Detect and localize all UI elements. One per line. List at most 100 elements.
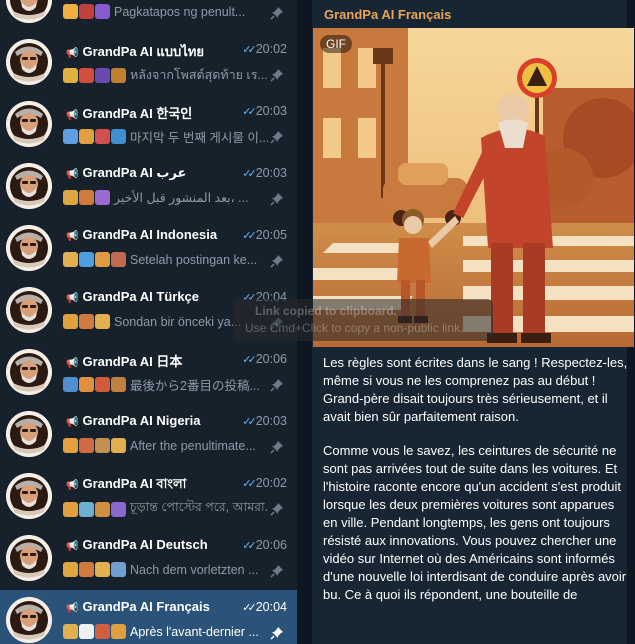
- toast-title: Link copied to clipboard.: [255, 304, 398, 318]
- chat-title-text: GrandPa AI แบบไทย: [82, 44, 204, 59]
- chat-time: ✓✓ 20:03: [242, 104, 287, 118]
- chat-row[interactable]: 📢 GrandPa AI Français ✓✓ 20:04 Après l'avant…: [0, 590, 297, 644]
- emoji-icon: [63, 190, 78, 206]
- double-check-icon: ✓✓: [242, 106, 257, 118]
- megaphone-icon: 📢: [66, 110, 79, 121]
- emoji-icon: [111, 562, 126, 578]
- message-paragraph: Les règles sont écrites dans le sang ! R…: [323, 355, 628, 424]
- chat-title: 📢 GrandPa AI Indonesia: [66, 227, 231, 242]
- double-check-icon: ✓✓: [242, 416, 257, 428]
- emoji-icon: [79, 624, 94, 640]
- chat-title: 📢 GrandPa AI Türkçe: [66, 289, 231, 304]
- megaphone-icon: 📢: [66, 48, 79, 59]
- grandpa-avatar: [6, 101, 52, 147]
- chat-time: ✓✓ 20:06: [242, 538, 287, 552]
- emoji-icon: [95, 438, 110, 454]
- chat-preview: 最後から2番目の投稿...: [63, 375, 268, 395]
- pin-icon: [270, 440, 284, 454]
- double-check-icon: ✓✓: [242, 168, 257, 180]
- chat-preview-text: Sondan bir önceki ya...: [114, 314, 242, 329]
- chat-preview-text: بعد المنشور قبل الأخير، ...: [114, 191, 249, 206]
- emoji-icon: [79, 4, 94, 20]
- chat-title: 📢 GrandPa AI 日本: [66, 351, 231, 370]
- chat-title: 📢 GrandPa AI แบบไทย: [66, 41, 231, 62]
- emoji-icon: [79, 438, 94, 454]
- emoji-icon: [63, 501, 78, 517]
- message-sender[interactable]: GrandPa AI Français: [324, 7, 451, 22]
- grandpa-avatar: [6, 163, 52, 209]
- chat-row[interactable]: Pagkatapos ng penult...: [0, 0, 297, 32]
- chat-time-text: 20:06: [255, 352, 287, 366]
- chat-preview: Après l'avant-dernier ...: [63, 623, 268, 643]
- emoji-icon: [95, 314, 110, 330]
- emoji-icon: [63, 438, 78, 454]
- clipboard-toast: Link copied to clipboard. Use Cmd+Click …: [233, 299, 493, 341]
- chat-row[interactable]: 📢 GrandPa AI বাংলা ✓✓ 20:02 চূড়ান্ত পোস্টের…: [0, 466, 297, 528]
- double-check-icon: ✓✓: [242, 478, 257, 490]
- chat-preview: หลังจากโพสต์สุดท้าย เร...: [63, 65, 268, 85]
- emoji-icon: [111, 501, 126, 517]
- chat-time-text: 20:02: [255, 42, 287, 56]
- chat-preview: চূড়ান্ত পোস্টের পরে, আমরা...: [63, 499, 268, 519]
- emoji-icon: [63, 377, 78, 392]
- chat-row[interactable]: 📢 GrandPa AI 日本 ✓✓ 20:06 最後から2番目の投稿...: [0, 342, 297, 404]
- grandpa-avatar: [6, 349, 52, 395]
- chat-time-text: 20:03: [255, 104, 287, 118]
- emoji-icon: [95, 4, 110, 20]
- chat-preview-text: 마지막 두 번째 게시물 이...: [130, 131, 268, 145]
- chat-row[interactable]: 📢 GrandPa AI Deutsch ✓✓ 20:06 Nach dem vorle…: [0, 528, 297, 590]
- chat-row[interactable]: 📢 GrandPa AI عرب ✓✓ 20:03 بعد المنشور قبل ال…: [0, 156, 297, 218]
- grandpa-avatar: [6, 535, 52, 581]
- chat-row[interactable]: 📢 GrandPa AI Nigeria ✓✓ 20:03 After the penu…: [0, 404, 297, 466]
- megaphone-icon: 📢: [66, 169, 79, 180]
- emoji-icon: [79, 501, 94, 517]
- chat-preview: After the penultimate...: [63, 437, 268, 457]
- chat-preview-text: 最後から2番目の投稿...: [130, 379, 260, 393]
- grandpa-avatar: [6, 287, 52, 333]
- pin-icon: [270, 6, 284, 20]
- grandpa-avatar: [6, 473, 52, 519]
- double-check-icon: ✓✓: [242, 540, 257, 552]
- chat-preview-text: Nach dem vorletzten ...: [130, 562, 259, 577]
- emoji-icon: [79, 252, 94, 268]
- emoji-icon: [79, 314, 94, 330]
- emoji-icon: [63, 252, 78, 268]
- emoji-icon: [95, 501, 110, 517]
- chat-preview: Nach dem vorletzten ...: [63, 561, 268, 581]
- double-check-icon: ✓✓: [242, 602, 257, 614]
- pin-icon: [270, 68, 284, 82]
- megaphone-icon: 📢: [66, 417, 79, 428]
- chat-title: 📢 GrandPa AI 한국인: [66, 103, 231, 122]
- chat-title: 📢 GrandPa AI Français: [66, 599, 231, 614]
- chat-preview-text: Pagkatapos ng penult...: [114, 4, 246, 19]
- megaphone-icon: 📢: [66, 293, 79, 304]
- chat-row[interactable]: 📢 GrandPa AI Indonesia ✓✓ 20:05 Setelah post…: [0, 218, 297, 280]
- emoji-icon: [95, 562, 110, 578]
- chat-time-text: 20:05: [255, 228, 287, 242]
- pin-icon: [270, 378, 284, 392]
- emoji-icon: [111, 624, 126, 640]
- megaphone-icon: 📢: [66, 358, 79, 369]
- double-check-icon: ✓✓: [242, 44, 257, 56]
- pin-icon: [270, 502, 284, 516]
- chat-preview-text: Setelah postingan ke...: [130, 252, 258, 267]
- emoji-icon: [79, 562, 94, 578]
- double-check-icon: ✓✓: [242, 230, 257, 242]
- chat-title-text: GrandPa AI Deutsch: [82, 537, 208, 552]
- grandpa-avatar: [6, 0, 52, 23]
- chat-time: ✓✓ 20:05: [242, 228, 287, 242]
- emoji-icon: [111, 252, 126, 268]
- chat-title-text: GrandPa AI 日本: [82, 354, 183, 369]
- chat-title: 📢 GrandPa AI عرب: [66, 165, 231, 181]
- chat-title-text: GrandPa AI Indonesia: [82, 227, 218, 242]
- chat-row[interactable]: 📢 GrandPa AI แบบไทย ✓✓ 20:02 หลังจากโพสต์สุด…: [0, 32, 297, 94]
- chat-title-text: GrandPa AI বাংলা: [82, 476, 187, 491]
- chat-preview: Setelah postingan ke...: [63, 251, 268, 271]
- emoji-icon: [95, 190, 110, 206]
- message-paragraph: Comme vous le savez, les ceintures de sé…: [323, 443, 627, 602]
- pin-icon: [270, 254, 284, 268]
- pin-icon: [270, 564, 284, 578]
- emoji-icon: [95, 252, 110, 268]
- emoji-icon: [63, 4, 78, 20]
- chat-row[interactable]: 📢 GrandPa AI 한국인 ✓✓ 20:03 마지막 두 번째 게시물 이...: [0, 94, 297, 156]
